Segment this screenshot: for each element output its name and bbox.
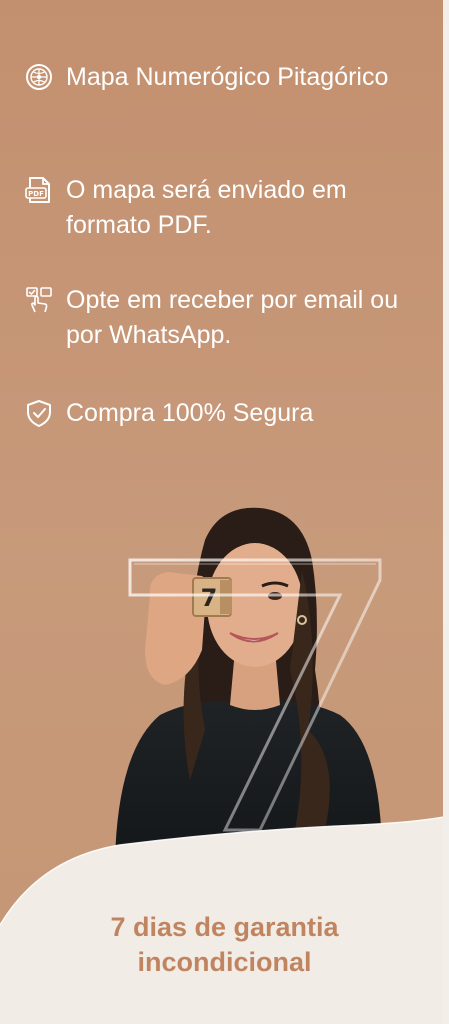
feature-text: Opte em receber por email ou por WhatsAp… xyxy=(66,286,399,349)
feature-text: O mapa será enviado em formato PDF. xyxy=(66,176,347,239)
feature-text: Compra 100% Segura xyxy=(66,399,314,427)
guarantee-line-2: incondicional xyxy=(137,947,312,977)
cube-number: 7 xyxy=(201,584,218,612)
feature-item-pdf: PDF O mapa será enviado em formato PDF. xyxy=(24,173,406,243)
shield-check-icon xyxy=(27,400,51,427)
feature-item-secure: Compra 100% Segura xyxy=(24,396,313,431)
product-info-panel: Mapa Numerógico Pitagórico PDF O mapa se… xyxy=(0,0,449,1024)
page-edge-strip xyxy=(443,0,449,1024)
guarantee-text: 7 dias de garantia incondicional xyxy=(0,910,449,980)
feature-text: Mapa Numerógico Pitagórico xyxy=(66,63,389,91)
touch-select-icon xyxy=(26,287,52,313)
feature-item-delivery: Opte em receber por email ou por WhatsAp… xyxy=(24,283,426,353)
globe-seal-icon xyxy=(26,64,52,90)
guarantee-line-1: 7 dias de garantia xyxy=(110,912,339,942)
svg-text:PDF: PDF xyxy=(28,190,44,198)
pdf-file-icon: PDF xyxy=(25,177,50,203)
feature-item-map: Mapa Numerógico Pitagórico xyxy=(24,60,396,95)
